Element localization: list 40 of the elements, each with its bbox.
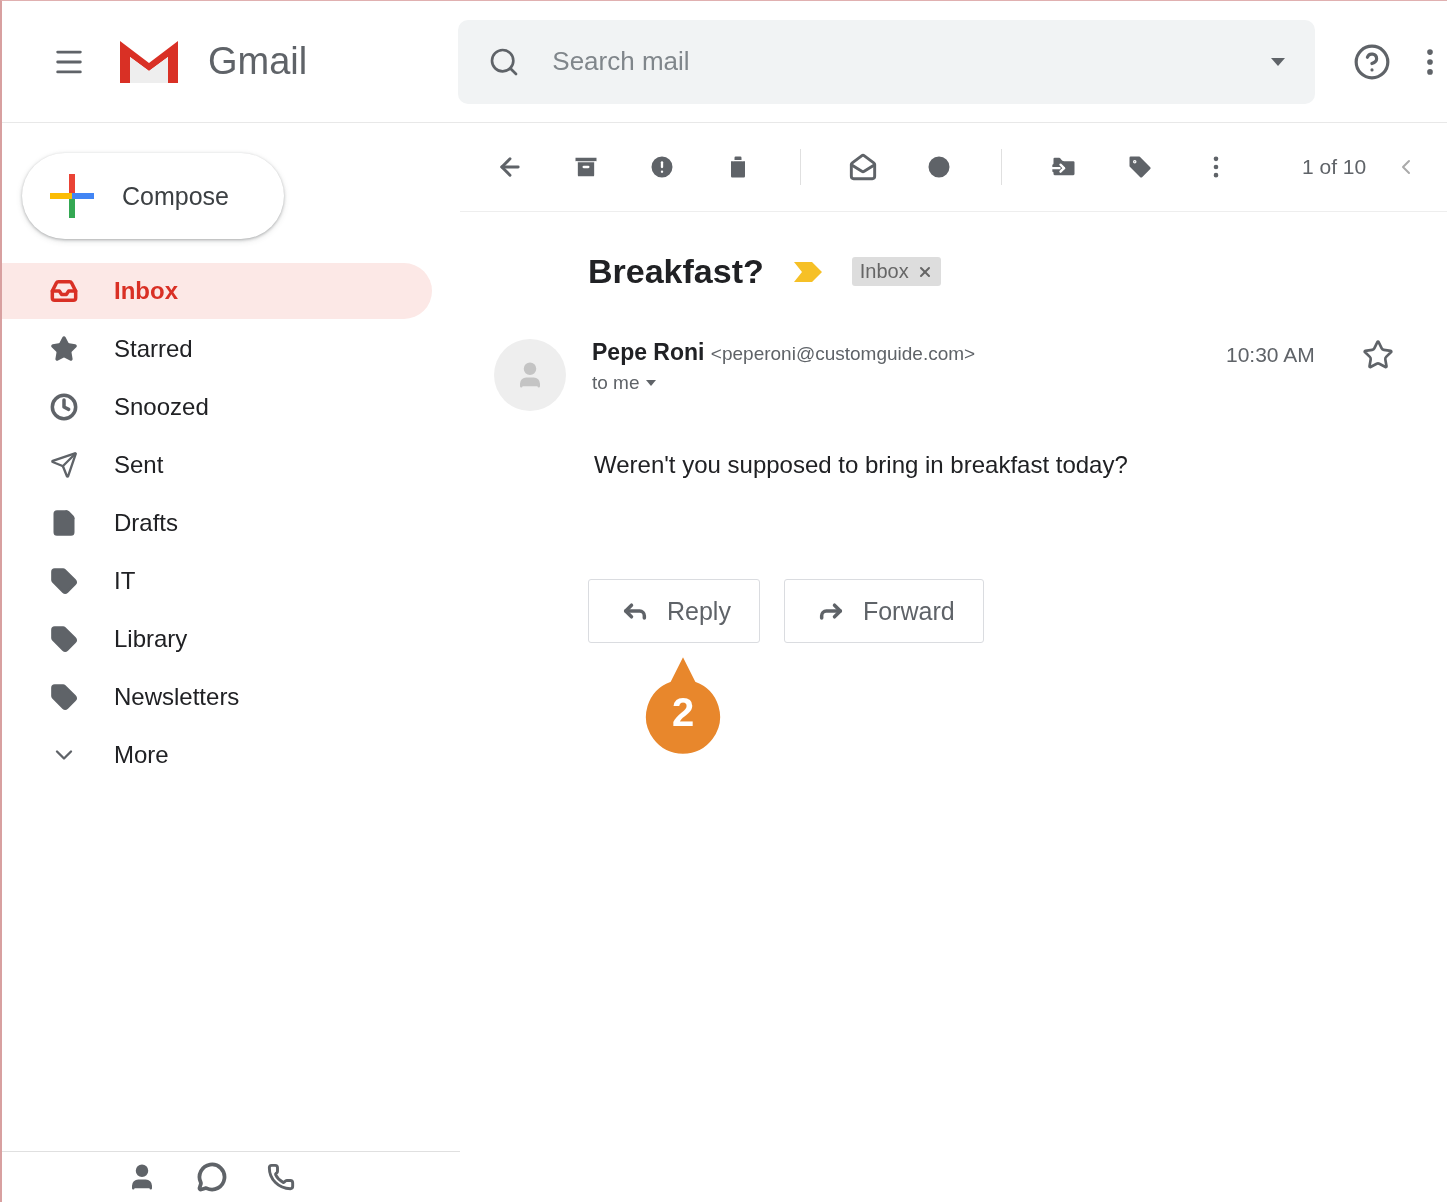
sender-name: Pepe Roni <peperoni@customguide.com> bbox=[592, 339, 977, 366]
label-icon bbox=[50, 625, 78, 653]
nav-item[interactable]: Newsletters bbox=[2, 669, 432, 725]
forward-button[interactable]: Forward bbox=[783, 579, 984, 643]
chat-bubble-icon[interactable] bbox=[197, 1162, 227, 1192]
nav-item[interactable]: Library bbox=[2, 611, 432, 667]
nav-item[interactable]: IT bbox=[2, 553, 432, 609]
inbox-icon bbox=[50, 277, 78, 305]
reply-button[interactable]: Reply bbox=[588, 579, 760, 643]
search-field[interactable]: Search mail bbox=[550, 45, 1241, 78]
app-name: Gmail bbox=[208, 40, 308, 83]
star-icon[interactable] bbox=[1362, 339, 1394, 371]
pager-text: 1 of 10 bbox=[1302, 155, 1367, 179]
compose-button[interactable]: Compose bbox=[22, 153, 284, 239]
nav-item[interactable]: Sent bbox=[2, 437, 432, 493]
plus-icon bbox=[50, 174, 94, 218]
recipient-text[interactable]: to me bbox=[592, 372, 1212, 394]
send-icon bbox=[50, 451, 78, 479]
label-icon bbox=[50, 567, 78, 595]
nav-item[interactable]: More bbox=[2, 727, 432, 783]
help-icon[interactable] bbox=[1353, 42, 1391, 81]
label-icon[interactable] bbox=[1126, 153, 1154, 181]
star-icon bbox=[50, 335, 78, 363]
alert-icon[interactable] bbox=[648, 153, 676, 181]
importance-marker-icon[interactable] bbox=[793, 261, 822, 282]
email-body: Weren't you supposed to bring in breakfast today? bbox=[594, 451, 1129, 479]
label-icon bbox=[50, 683, 78, 711]
step-callout: 2 bbox=[644, 655, 722, 755]
open-envelope-icon[interactable] bbox=[849, 153, 877, 181]
nav-item[interactable]: Starred bbox=[2, 321, 432, 377]
label-chip: Inbox bbox=[851, 257, 941, 286]
caret-icon[interactable] bbox=[1271, 57, 1285, 66]
message-time: 10:30 AM bbox=[1226, 343, 1316, 368]
nav-item[interactable]: Snoozed bbox=[2, 379, 432, 435]
email-subject: Breakfast? bbox=[588, 252, 764, 291]
nav-item[interactable]: Drafts bbox=[2, 495, 432, 551]
search-bar[interactable]: Search mail bbox=[458, 19, 1315, 104]
nav-item[interactable]: Inbox bbox=[2, 263, 432, 319]
phone-icon[interactable] bbox=[267, 1163, 295, 1191]
caret-icon[interactable] bbox=[645, 380, 656, 386]
